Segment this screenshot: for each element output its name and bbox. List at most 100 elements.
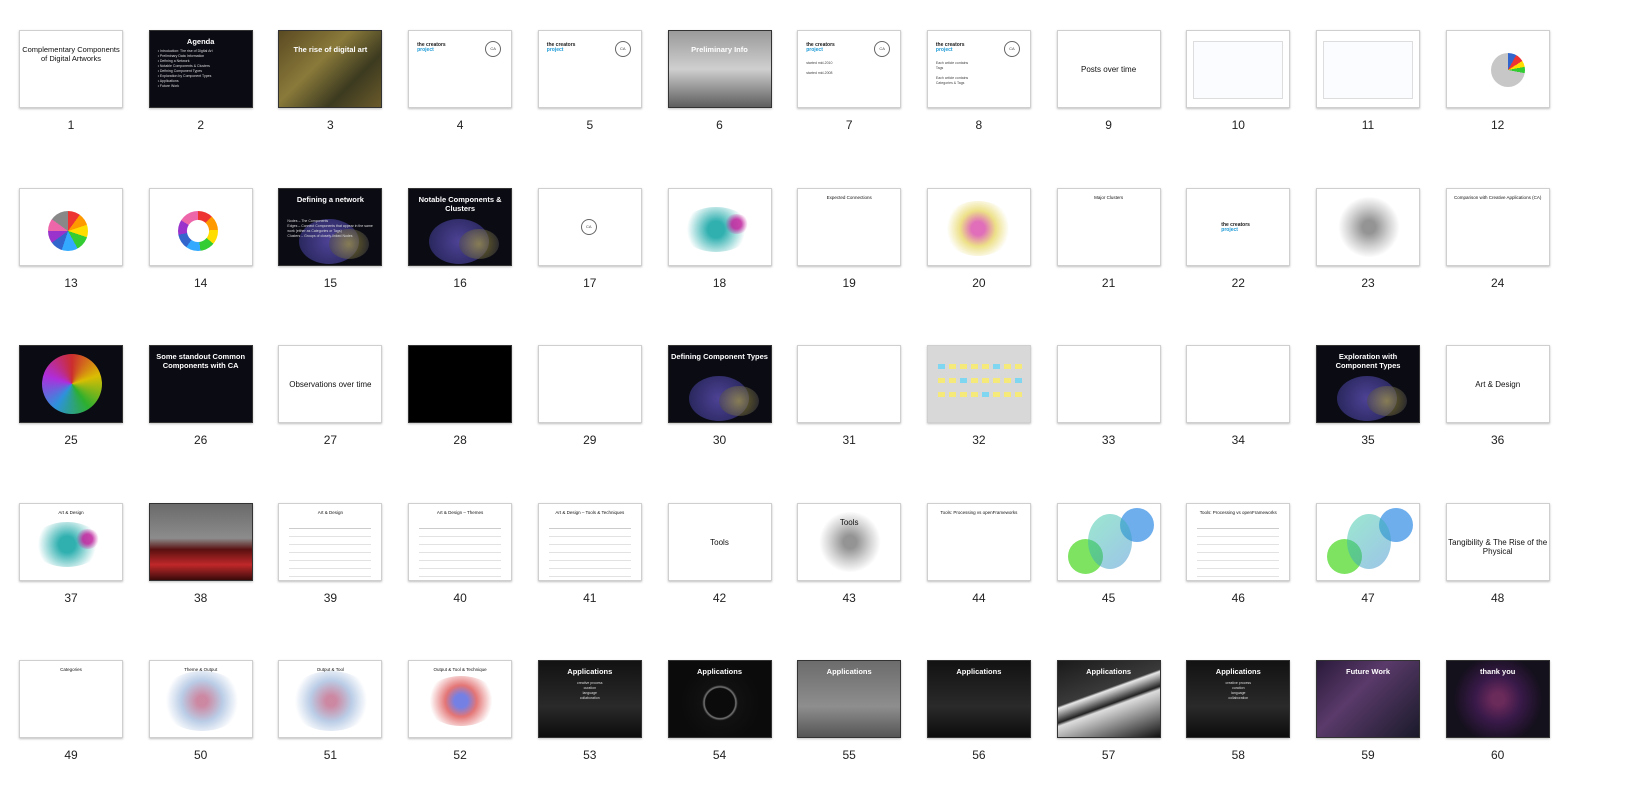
slide-preview[interactable] [1056, 502, 1161, 581]
slide-number: 28 [453, 433, 467, 447]
slide-preview[interactable]: Applications [667, 660, 772, 738]
table-row [419, 569, 502, 577]
slide-preview[interactable]: Expected Connections [797, 187, 902, 266]
slide-preview[interactable]: Observations over time [278, 345, 383, 423]
slide-preview[interactable]: The rise of digital art [278, 30, 383, 108]
slide-preview[interactable]: Applications [797, 660, 902, 738]
slide-preview[interactable]: Preliminary Info [667, 30, 772, 108]
slide-preview[interactable] [148, 187, 253, 266]
slide-preview[interactable]: Art & Design – Themes [408, 502, 513, 581]
slide-title: thank you [1479, 667, 1516, 676]
slide-preview[interactable]: Defining Component Types [667, 345, 772, 423]
slide-preview[interactable] [1186, 345, 1291, 423]
slide-preview[interactable] [667, 187, 772, 266]
sticky-note [1003, 392, 1011, 397]
slide-preview[interactable] [19, 187, 123, 266]
slide-title: Categories [60, 667, 82, 672]
slide-preview[interactable]: Applications [1056, 660, 1161, 738]
slide-sorter-grid: Complementary Components of Digital Artw… [0, 0, 1626, 812]
slide-number: 18 [712, 275, 727, 290]
slide-preview[interactable] [537, 345, 642, 423]
sticky-note [981, 378, 989, 383]
slide-number: 47 [1361, 590, 1375, 605]
slide-preview[interactable] [148, 502, 253, 581]
table-row [289, 529, 372, 537]
cluster-blob [459, 228, 500, 259]
slide-title: Applications [956, 667, 1002, 676]
slide-preview[interactable]: the creators project [1186, 187, 1291, 266]
slide-preview[interactable]: the creators project CA started mid-2010 s… [797, 30, 902, 108]
slide-preview[interactable]: Comparison with Creative Applications (C… [1445, 187, 1550, 266]
slide-number: 35 [1361, 433, 1375, 447]
slide-preview[interactable]: Theme & Output [148, 660, 253, 738]
table-row [1197, 553, 1280, 561]
slide-title: Art & Design [317, 509, 344, 515]
slide-preview[interactable]: Tools: Processing vs openFrameworks [926, 502, 1031, 581]
cluster-blob [1087, 513, 1132, 569]
slide-preview[interactable]: Defining a network Nodes – The Components… [278, 187, 383, 266]
slide-preview[interactable] [926, 187, 1031, 266]
slide-preview[interactable]: Tangibility & The Rise of the Physical [1445, 502, 1550, 581]
cluster-blob [75, 528, 100, 549]
sticky-note [948, 378, 956, 383]
slide-preview[interactable] [926, 345, 1031, 423]
slide-number: 45 [1101, 590, 1116, 605]
slide-number: 50 [194, 748, 208, 762]
slide-number: 48 [1491, 590, 1505, 605]
slide-number: 33 [1101, 433, 1116, 447]
slide-preview[interactable]: Categories [19, 660, 123, 738]
slide-preview[interactable] [19, 345, 123, 423]
sticky-note [959, 392, 967, 397]
slide-preview[interactable]: Art & Design [278, 502, 383, 581]
slide-preview[interactable]: the creators project CA [408, 30, 513, 108]
slide-preview[interactable]: Some standout Common Components with CA [148, 345, 253, 423]
slide-preview[interactable]: the creators project CA [537, 30, 642, 108]
slide-preview[interactable]: Notable Components & Clusters [408, 187, 513, 266]
slide-preview[interactable]: Output & Tool [278, 660, 383, 738]
slide-preview[interactable]: Major Clusters [1056, 187, 1161, 266]
slide-body-text: • Introduction: The rise of Digital Art … [157, 49, 213, 88]
slide-preview[interactable]: Applications creative process curation la… [1186, 660, 1291, 738]
cluster-blob [42, 354, 102, 414]
table-row [1197, 569, 1280, 577]
slide-number: 10 [1231, 118, 1245, 132]
slide-preview[interactable]: Tools: Processing vs openFrameworks [1186, 502, 1291, 581]
slide-preview[interactable] [1316, 30, 1420, 108]
slide-preview[interactable]: Tools [797, 502, 902, 581]
slide-table [419, 527, 502, 577]
slide-preview[interactable] [1316, 502, 1420, 581]
slide-preview[interactable]: Art & Design [19, 502, 123, 581]
slide-preview[interactable] [797, 345, 902, 423]
slide-number: 40 [453, 590, 467, 605]
slide-preview[interactable]: Exploration with Component Types [1316, 345, 1420, 423]
slide-title: Applications [696, 667, 742, 676]
slide-preview[interactable]: Tools [667, 502, 772, 581]
slide-preview[interactable] [1186, 30, 1291, 108]
table-row [419, 545, 502, 553]
table-row [1197, 545, 1280, 553]
slide-number: 57 [1101, 748, 1116, 762]
slide-preview[interactable]: Complementary Components of Digital Artw… [19, 30, 123, 108]
slide-preview[interactable]: Posts over time [1056, 30, 1161, 108]
slide-preview[interactable]: Art & Design – Tools & Techniques [537, 502, 642, 581]
cluster-blob [1347, 513, 1391, 569]
slide-table [1197, 527, 1280, 577]
slide-preview[interactable]: the creators project CA Each article conta… [926, 30, 1031, 108]
slide-body-text: Nodes – The Components Edges – Connect C… [287, 218, 373, 238]
slide-preview[interactable]: Applications creative process curation la… [537, 660, 642, 738]
slide-preview[interactable]: Output & Tool & Technique [408, 660, 513, 738]
slide-preview[interactable]: thank you [1445, 660, 1550, 738]
slide-preview[interactable]: Applications [926, 660, 1031, 738]
slide-preview[interactable]: Future Work [1316, 660, 1420, 738]
table-row [548, 545, 631, 553]
pie-chart [1490, 53, 1525, 87]
slide-preview[interactable]: CA [537, 187, 642, 266]
slide-preview[interactable]: Agenda • Introduction: The rise of Digita… [148, 30, 253, 108]
slide-preview[interactable]: Art & Design [1445, 345, 1550, 423]
sticky-note [981, 364, 989, 369]
slide-preview[interactable] [1445, 30, 1550, 108]
slide-preview[interactable] [1056, 345, 1161, 423]
slide-number: 5 [586, 118, 594, 132]
slide-preview[interactable] [1316, 187, 1420, 266]
slide-preview[interactable] [408, 345, 513, 423]
